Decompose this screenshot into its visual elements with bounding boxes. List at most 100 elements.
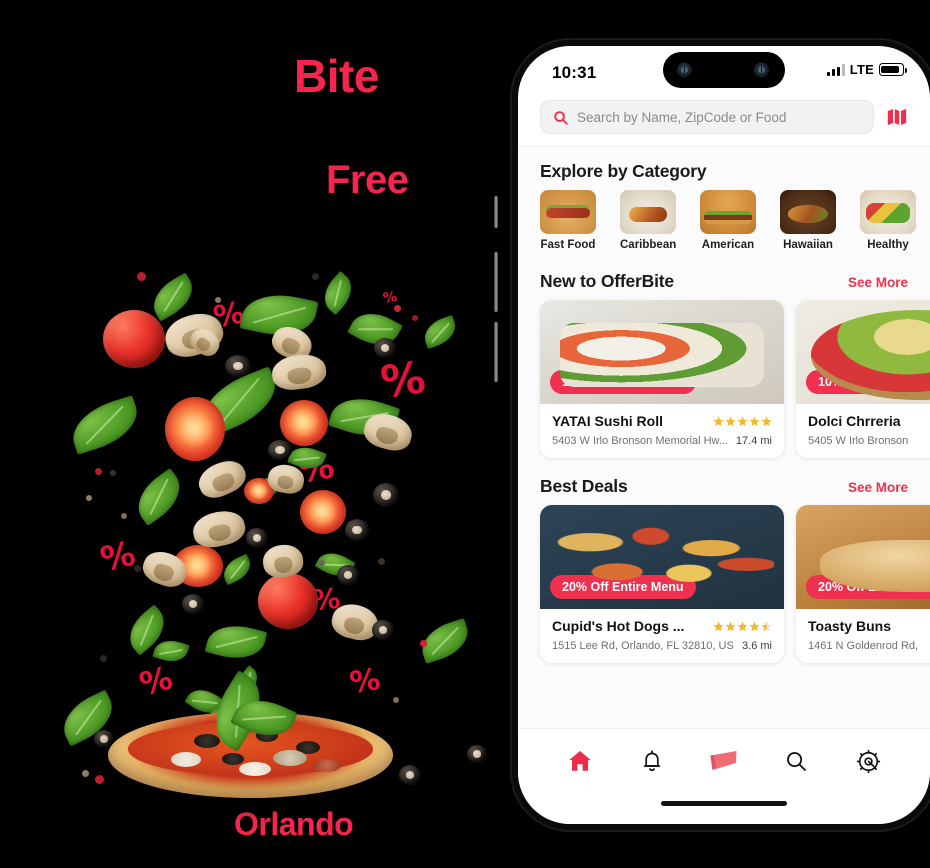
percent-symbol-icon: %	[135, 658, 177, 704]
olive-ring-decoration	[399, 765, 421, 785]
category-label: Fast Food	[540, 239, 596, 251]
category-list[interactable]: Fast Food Caribbean American Hawaiian He…	[518, 190, 930, 257]
olive-ring-decoration	[467, 745, 487, 763]
pizza-topping	[170, 751, 201, 767]
restaurant-card-top: YATAI Sushi Roll	[552, 413, 772, 429]
speck-decoration	[420, 640, 427, 647]
rating-stars	[713, 621, 772, 632]
mushroom-slice-decoration	[261, 542, 305, 580]
percent-symbol-icon: %	[96, 533, 140, 581]
silent-switch-button[interactable]	[494, 196, 498, 228]
restaurant-card-top: Cupid's Hot Dogs ...	[552, 618, 772, 634]
restaurant-card[interactable]: 20% Off Entire Menu Toasty Buns 1461 N G…	[796, 505, 930, 663]
see-more-link-new[interactable]: See More	[848, 275, 908, 290]
front-camera-icon	[677, 62, 692, 78]
restaurant-distance: 3.6 mi	[742, 640, 772, 652]
mushroom-slice-decoration	[190, 506, 248, 552]
search-placeholder-text: Search by Name, ZipCode or Food	[577, 109, 787, 125]
dynamic-island	[663, 52, 785, 88]
star-icon	[737, 621, 748, 632]
main-content-scroll[interactable]: Explore by Category Fast Food Caribbean …	[518, 147, 930, 743]
signal-bars-icon	[826, 63, 845, 76]
speck-decoration	[82, 770, 89, 777]
basil-leaf-decoration	[127, 467, 191, 527]
speck-decoration	[312, 273, 319, 280]
restaurant-card-body: YATAI Sushi Roll 5403 W Irlo Bronson Mem…	[540, 404, 784, 458]
home-icon	[569, 751, 591, 771]
tab-home[interactable]	[558, 743, 602, 779]
category-item-caribbean[interactable]: Caribbean	[620, 190, 676, 251]
category-item-fast-food[interactable]: Fast Food	[540, 190, 596, 251]
speck-decoration	[137, 272, 146, 281]
restaurant-card-row-new[interactable]: 10% Off Entire Menu YATAI Sushi Roll 540…	[518, 300, 930, 462]
volume-up-button[interactable]	[494, 252, 498, 312]
speck-decoration	[215, 297, 221, 303]
basil-leaf-decoration	[204, 618, 268, 666]
rating-stars	[713, 416, 772, 427]
burger-photo-icon	[700, 190, 756, 234]
restaurant-card-top: Dolci Chrreria	[808, 413, 930, 429]
offer-badge: 20% Off Entire Menu	[806, 575, 930, 599]
see-more-link-deals[interactable]: See More	[848, 480, 908, 495]
olive-ring-decoration	[246, 528, 268, 548]
speck-decoration	[110, 470, 116, 476]
restaurant-card-top: Toasty Buns	[808, 618, 930, 634]
tab-search[interactable]	[774, 743, 818, 779]
pizza-topping	[273, 749, 308, 766]
restaurant-card-body: Dolci Chrreria 5405 W Irlo Bronson	[796, 404, 930, 458]
status-clock: 10:31	[552, 63, 597, 82]
restaurant-card[interactable]: 20% Off Entire Menu Cupid's Hot Dogs ...	[540, 505, 784, 663]
restaurant-card-row-deals[interactable]: 20% Off Entire Menu Cupid's Hot Dogs ...	[518, 505, 930, 667]
restaurant-card[interactable]: 10% Off Entire Menu Dolci Chrreria 5405 …	[796, 300, 930, 458]
search-input[interactable]: Search by Name, ZipCode or Food	[540, 100, 874, 134]
category-label: American	[701, 239, 755, 251]
star-icon	[713, 416, 724, 427]
pizza-topping	[193, 734, 220, 749]
restaurant-address: 1515 Lee Rd, Orlando, FL 32810, USA	[552, 640, 735, 652]
speck-decoration	[319, 560, 325, 566]
section-header-categories: Explore by Category	[518, 147, 930, 190]
basil-leaf-decoration	[316, 270, 360, 316]
pizza-topping	[313, 759, 342, 773]
tab-notifications[interactable]	[630, 743, 674, 779]
category-item-hawaiian[interactable]: Hawaiian	[780, 190, 836, 251]
olive-ring-decoration	[182, 594, 204, 614]
caribbean-plate-photo-icon	[620, 190, 676, 234]
offer-badge: 10% Off Entire Menu	[550, 370, 696, 394]
status-bar: 10:31 LTE	[518, 46, 930, 98]
restaurant-card[interactable]: 10% Off Entire Menu YATAI Sushi Roll 540…	[540, 300, 784, 458]
restaurant-card-sub: 5405 W Irlo Bronson	[808, 435, 930, 447]
tomato-decoration	[103, 310, 165, 368]
basil-leaf-decoration	[65, 395, 145, 455]
tab-settings[interactable]	[846, 743, 890, 779]
offer-badge: 10% Off Entire Menu	[806, 370, 930, 394]
category-label: Healthy	[867, 239, 909, 251]
star-icon	[713, 621, 724, 632]
bell-icon	[643, 750, 661, 772]
hawaiian-bowl-photo-icon	[780, 190, 836, 234]
speck-decoration	[121, 513, 127, 519]
speck-decoration	[378, 558, 385, 565]
pizza-topping	[222, 753, 244, 766]
promo-word-orlando: Orlando	[234, 806, 354, 842]
tomato-slice-decoration	[300, 490, 346, 534]
category-label: Hawaiian	[783, 239, 833, 251]
home-indicator[interactable]	[661, 801, 787, 806]
restaurant-name: Cupid's Hot Dogs ...	[552, 618, 685, 634]
volume-down-button[interactable]	[494, 322, 498, 382]
tab-offers[interactable]	[702, 743, 746, 779]
restaurant-image: 20% Off Entire Menu	[796, 505, 930, 609]
ribbon-tag-icon	[710, 751, 737, 770]
section-header-best-deals: Best Deals See More	[518, 462, 930, 505]
restaurant-address: 1461 N Goldenrod Rd,	[808, 640, 919, 652]
category-item-healthy[interactable]: Healthy	[860, 190, 916, 251]
tab-bar-items	[518, 729, 930, 779]
basil-leaf-decoration	[219, 553, 255, 586]
restaurant-address: 5405 W Irlo Bronson	[808, 435, 909, 447]
battery-icon	[879, 63, 907, 76]
restaurant-image: 10% Off Entire Menu	[540, 300, 784, 404]
map-icon[interactable]	[886, 106, 908, 128]
offer-badge: 20% Off Entire Menu	[550, 575, 696, 599]
star-icon	[749, 621, 760, 632]
category-item-american[interactable]: American	[700, 190, 756, 251]
